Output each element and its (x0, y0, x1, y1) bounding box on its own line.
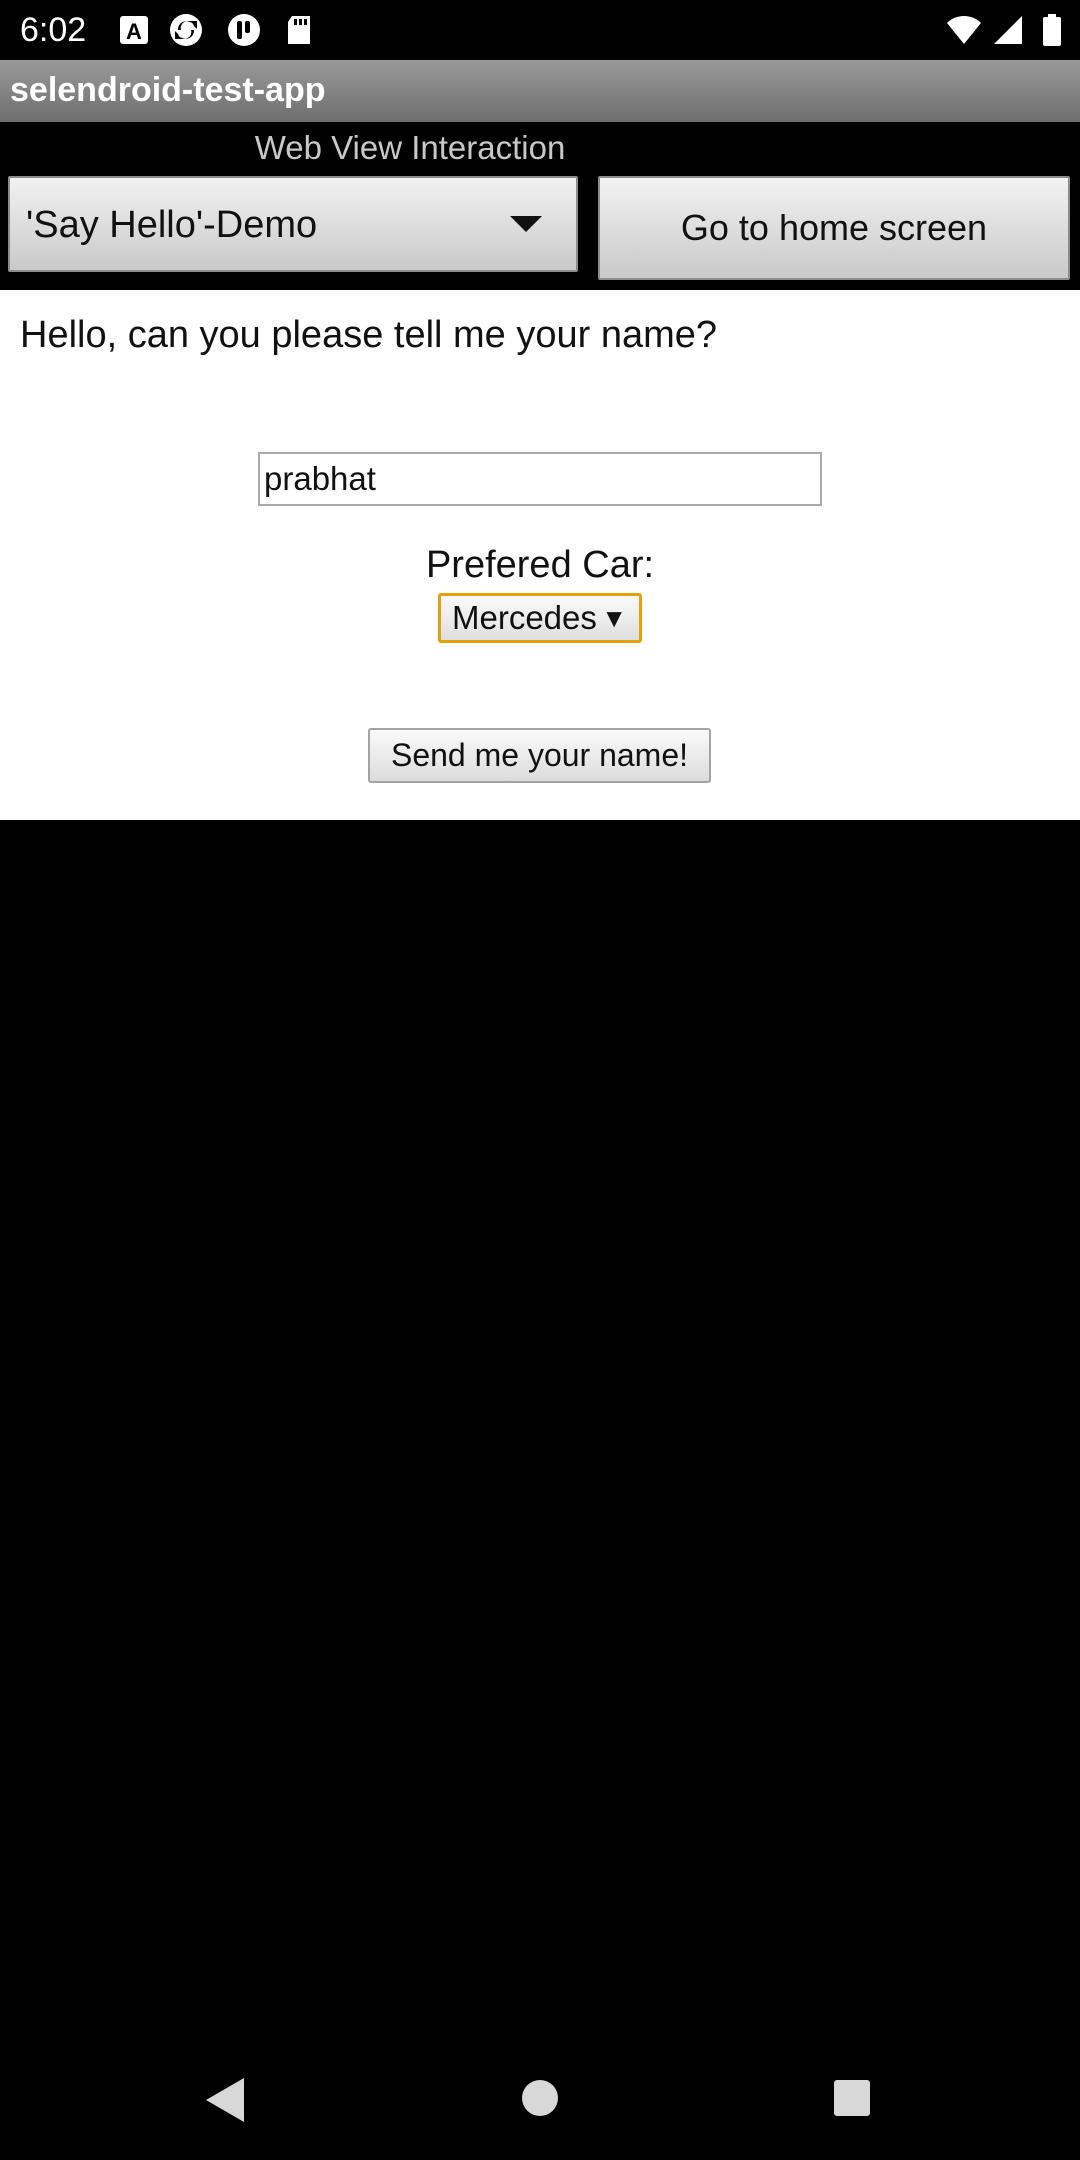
battery-icon (1034, 12, 1070, 48)
sd-card-icon (282, 12, 318, 48)
demo-spinner[interactable]: 'Say Hello'-Demo (8, 176, 578, 272)
back-icon[interactable] (206, 2078, 244, 2122)
status-bar: 6:02 A (0, 0, 1080, 60)
name-question: Hello, can you please tell me your name? (20, 314, 718, 356)
sync-app-icon (168, 12, 204, 48)
car-label: Prefered Car: (425, 544, 655, 586)
recents-icon[interactable] (834, 2080, 870, 2116)
nav-bar (0, 2030, 1080, 2160)
home-icon[interactable] (522, 2080, 558, 2116)
car-select-value: Mercedes (452, 599, 597, 636)
pocket-app-icon (226, 12, 262, 48)
go-to-home-button[interactable]: Go to home screen (598, 176, 1070, 280)
dropdown-arrow-icon (510, 216, 542, 232)
screen: 6:02 A selendroid-test-app Web View Inte… (0, 0, 1080, 2160)
svg-text:A: A (126, 19, 142, 44)
send-name-button[interactable]: Send me your name! (368, 728, 711, 783)
name-input[interactable]: prabhat (258, 452, 822, 506)
web-view: Hello, can you please tell me your name?… (0, 290, 1080, 820)
title-bar: selendroid-test-app (0, 60, 1080, 122)
app-title: selendroid-test-app (10, 71, 326, 109)
status-time: 6:02 (20, 11, 87, 49)
font-app-icon: A (116, 12, 152, 48)
activity-label: Web View Interaction (254, 129, 566, 166)
cell-signal-icon (990, 12, 1026, 48)
wifi-icon (946, 12, 982, 48)
select-arrow-icon: ▼ (601, 603, 627, 633)
demo-spinner-value: 'Say Hello'-Demo (26, 204, 318, 246)
car-select[interactable]: Mercedes ▼ (438, 593, 642, 643)
